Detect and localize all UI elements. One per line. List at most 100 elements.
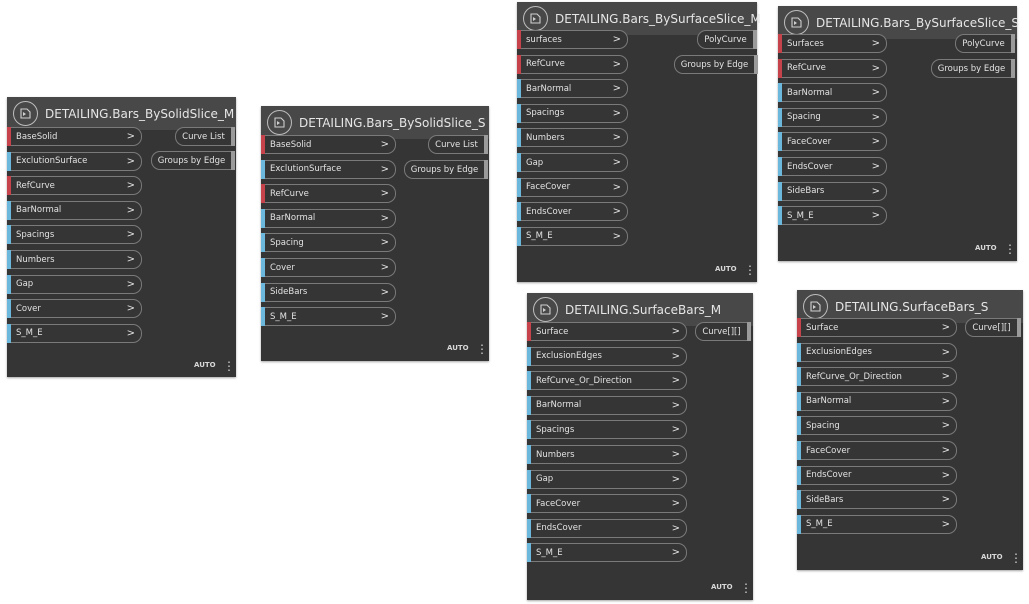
node-card[interactable]: DETAILING.Bars_BySurfaceSlice_M surfaces >…: [517, 2, 761, 282]
output-port-marker: [484, 135, 488, 154]
node-card[interactable]: DETAILING.SurfaceBars_S Surface > Exclusion…: [797, 290, 1023, 570]
input-port[interactable]: BaseSolid >: [7, 127, 142, 146]
more-options-icon[interactable]: ⋮: [744, 264, 756, 276]
optional-port-marker: [527, 395, 531, 415]
input-port[interactable]: Cover >: [7, 299, 142, 319]
input-port-label: ExclutionSurface: [16, 156, 88, 167]
chevron-right-icon: >: [671, 547, 680, 559]
more-options-icon[interactable]: ⋮: [223, 360, 235, 372]
input-port[interactable]: SideBars >: [261, 282, 396, 302]
input-port[interactable]: FaceCover >: [517, 177, 628, 197]
node-card[interactable]: DETAILING.Bars_BySolidSlice_S BaseSolid > E…: [261, 106, 489, 361]
input-port[interactable]: Numbers >: [527, 445, 687, 464]
input-port[interactable]: RefCurve_Or_Direction >: [527, 371, 687, 391]
input-port[interactable]: RefCurve_Or_Direction >: [797, 367, 957, 387]
more-options-icon[interactable]: ⋮: [1010, 552, 1022, 564]
lacing-mode-label[interactable]: AUTO: [981, 553, 1003, 561]
node-card[interactable]: DETAILING.Bars_BySurfaceSlice_S Surfaces >…: [778, 6, 1019, 261]
input-port[interactable]: Spacings >: [527, 420, 687, 440]
lacing-mode-label[interactable]: AUTO: [711, 583, 733, 591]
input-port[interactable]: Spacing >: [261, 233, 396, 253]
input-port[interactable]: Spacings >: [7, 225, 142, 245]
input-port[interactable]: FaceCover >: [778, 132, 887, 152]
input-port[interactable]: SideBars >: [778, 181, 887, 201]
input-port[interactable]: ExclusionEdges >: [527, 346, 687, 366]
input-port[interactable]: S_M_E >: [778, 206, 887, 226]
input-port[interactable]: Spacing >: [797, 416, 957, 436]
input-port[interactable]: BaseSolid >: [261, 135, 396, 154]
input-port[interactable]: RefCurve >: [261, 184, 396, 204]
input-port[interactable]: Surface >: [527, 322, 687, 341]
optional-port-marker: [797, 342, 801, 362]
output-port-label: Groups by Edge: [157, 155, 226, 166]
input-port[interactable]: Cover >: [261, 258, 396, 277]
input-port[interactable]: ExclusionEdges >: [797, 342, 957, 362]
input-port[interactable]: S_M_E >: [7, 323, 142, 343]
output-port[interactable]: PolyCurve: [955, 34, 1015, 53]
input-port[interactable]: Numbers >: [517, 128, 628, 148]
output-port[interactable]: Groups by Edge: [404, 160, 488, 179]
input-port[interactable]: SideBars >: [797, 490, 957, 510]
input-port-label: Spacings: [536, 424, 575, 435]
input-port[interactable]: ExclutionSurface >: [261, 159, 396, 179]
input-port-label: BaseSolid: [16, 131, 58, 142]
output-port[interactable]: Curve[][]: [965, 318, 1021, 337]
input-port[interactable]: Gap >: [517, 153, 628, 172]
optional-port-marker: [778, 107, 782, 127]
input-port-label: FaceCover: [526, 182, 571, 193]
input-port-label: FaceCover: [806, 445, 851, 456]
node-card[interactable]: DETAILING.Bars_BySolidSlice_M BaseSolid > E…: [7, 97, 236, 377]
output-port[interactable]: Groups by Edge: [151, 151, 235, 170]
input-port[interactable]: RefCurve >: [7, 176, 142, 196]
output-port[interactable]: Groups by Edge: [931, 59, 1015, 78]
input-port[interactable]: Spacing >: [778, 107, 887, 127]
input-port[interactable]: S_M_E >: [797, 514, 957, 534]
input-port[interactable]: EndsCover >: [517, 202, 628, 222]
input-port[interactable]: BarNormal >: [527, 395, 687, 415]
lacing-mode-label[interactable]: AUTO: [715, 265, 737, 273]
input-port[interactable]: BarNormal >: [7, 200, 142, 220]
input-port[interactable]: BarNormal >: [517, 79, 628, 99]
more-options-icon[interactable]: ⋮: [1004, 243, 1016, 255]
input-port-label: S_M_E: [787, 210, 814, 221]
input-port[interactable]: S_M_E >: [517, 226, 628, 246]
input-port[interactable]: surfaces >: [517, 30, 628, 49]
input-port-label: S_M_E: [536, 547, 563, 558]
chevron-right-icon: >: [126, 155, 135, 167]
input-port[interactable]: EndsCover >: [778, 157, 887, 176]
optional-port-marker: [261, 208, 265, 228]
input-port-label: Gap: [536, 474, 554, 485]
input-port[interactable]: S_M_E >: [261, 307, 396, 327]
input-port[interactable]: Spacings >: [517, 103, 628, 123]
input-port[interactable]: S_M_E >: [527, 543, 687, 563]
input-port[interactable]: Surface >: [797, 318, 957, 337]
input-port[interactable]: BarNormal >: [261, 208, 396, 228]
input-port[interactable]: EndsCover >: [527, 518, 687, 538]
output-port[interactable]: PolyCurve: [697, 30, 757, 49]
input-port[interactable]: FaceCover >: [527, 494, 687, 514]
input-port[interactable]: FaceCover >: [797, 441, 957, 460]
output-port-marker: [231, 151, 235, 170]
output-port[interactable]: Groups by Edge: [674, 55, 758, 74]
lacing-mode-label[interactable]: AUTO: [447, 344, 469, 352]
input-port[interactable]: RefCurve >: [517, 54, 628, 74]
input-port[interactable]: EndsCover >: [797, 465, 957, 485]
input-port[interactable]: Numbers >: [7, 250, 142, 269]
output-port[interactable]: Curve List: [175, 127, 235, 146]
more-options-icon[interactable]: ⋮: [476, 343, 488, 355]
more-options-icon[interactable]: ⋮: [740, 582, 752, 594]
output-port[interactable]: Curve[][]: [695, 322, 751, 341]
input-port[interactable]: Gap >: [7, 274, 142, 294]
input-port[interactable]: Gap >: [527, 469, 687, 489]
input-port[interactable]: Surfaces >: [778, 34, 887, 53]
output-port[interactable]: Curve List: [428, 135, 488, 154]
lacing-mode-label[interactable]: AUTO: [975, 244, 997, 252]
node-header[interactable]: DETAILING.Bars_BySolidSlice_M: [7, 97, 236, 130]
input-port[interactable]: BarNormal >: [797, 391, 957, 411]
lacing-mode-label[interactable]: AUTO: [194, 361, 216, 369]
input-port-label: Spacings: [16, 229, 55, 240]
input-port[interactable]: ExclutionSurface >: [7, 151, 142, 171]
input-port[interactable]: RefCurve >: [778, 58, 887, 78]
node-card[interactable]: DETAILING.SurfaceBars_M Surface > Exclusion…: [527, 293, 753, 600]
input-port[interactable]: BarNormal >: [778, 83, 887, 103]
